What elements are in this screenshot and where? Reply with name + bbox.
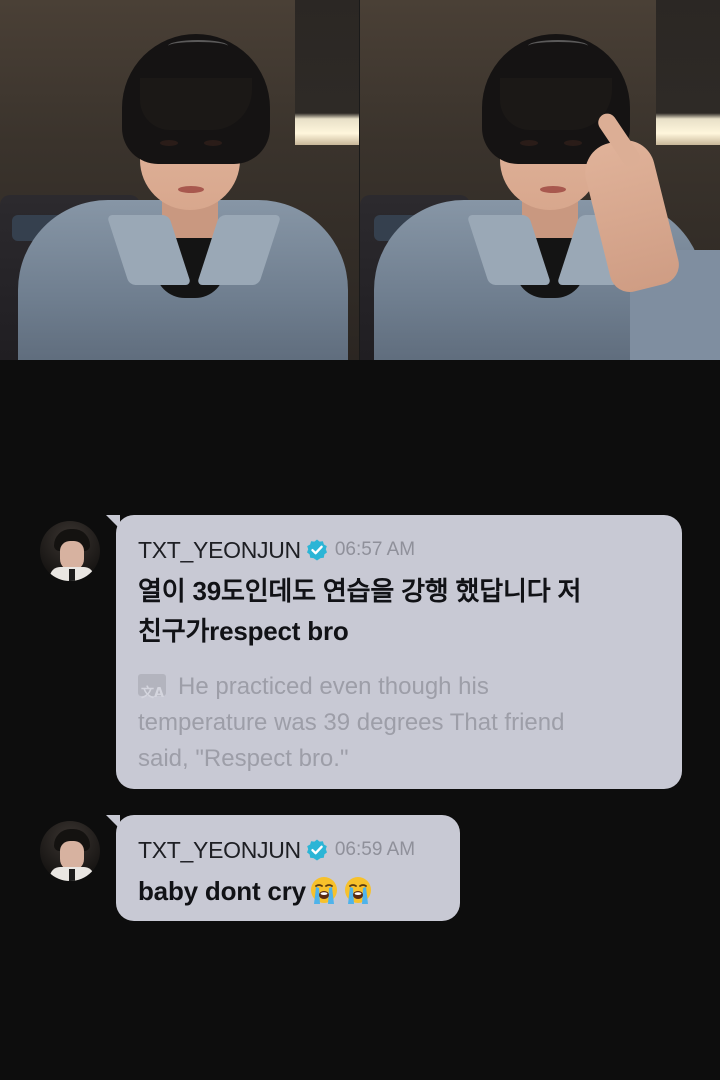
livestream-screenshots — [0, 0, 720, 360]
verified-badge-icon — [306, 539, 327, 561]
avatar[interactable] — [40, 821, 100, 881]
loudly-crying-face-icon — [310, 877, 337, 904]
person-figure — [360, 0, 720, 360]
message-header: TXT_YEONJUN 06:57 AM — [138, 535, 660, 565]
person-figure — [0, 0, 359, 360]
username[interactable]: TXT_YEONJUN — [138, 537, 301, 564]
translate-icon[interactable]: 文A — [138, 674, 166, 701]
avatar[interactable] — [40, 521, 100, 581]
message-header: TXT_YEONJUN 06:59 AM — [138, 835, 438, 865]
message-bubble[interactable]: TXT_YEONJUN 06:57 AM 열이 39도인데도 연습을 강행 했답… — [106, 515, 682, 789]
message-text: baby dont cry — [138, 871, 438, 911]
message-bubble[interactable]: TXT_YEONJUN 06:59 AM baby dont cry — [106, 815, 460, 921]
translation-text: 文A He practiced even though his temperatu… — [138, 673, 565, 772]
verified-badge-icon — [306, 839, 327, 861]
photo-left — [0, 0, 360, 360]
loudly-crying-face-icon — [344, 877, 371, 904]
message-text: 열이 39도인데도 연습을 강행 했답니다 저 친구가respect bro — [138, 576, 582, 646]
timestamp: 06:59 AM — [334, 839, 416, 860]
timestamp: 06:57 AM — [334, 539, 416, 560]
username[interactable]: TXT_YEONJUN — [138, 837, 301, 864]
photo-right — [360, 0, 720, 360]
